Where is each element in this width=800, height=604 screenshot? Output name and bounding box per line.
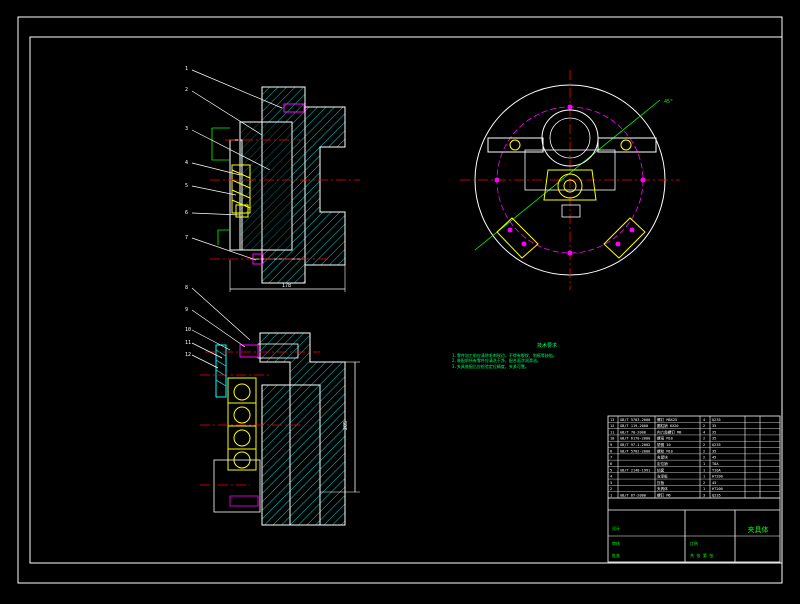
bom-cell-mat: 45 [712, 456, 716, 460]
bom-cell-qty: 1 [703, 462, 705, 466]
title-block-designer: 设计 [612, 525, 620, 531]
bom-cell-code: GB/T 67-2000 [620, 494, 646, 498]
title-block-title: 夹具体 [748, 525, 769, 534]
bom-cell-code: GB/T 119-2000 [620, 424, 648, 428]
dim-height-label: 205 [343, 421, 349, 430]
bom-cell-qty: 4 [703, 418, 705, 422]
bom-cell-name: 螺母 M10 [657, 436, 673, 441]
balloon-4: 4 [185, 160, 188, 166]
bom-cell-name: 螺栓 M10 [657, 448, 673, 453]
inner-frame [29, 36, 783, 564]
balloon-2: 2 [185, 87, 188, 93]
bom-cell-name: 垫圈 10 [657, 442, 671, 447]
bom-cell-name: 压板 [657, 480, 665, 485]
technical-notes: 技术要求 1.零件加工前应清除毛刺锐边，不得有裂纹、划痕等缺陷。 2.装配前所有… [452, 343, 642, 369]
lower-section-view [191, 287, 360, 526]
bom-cell-code: GB/T 6170-2000 [620, 437, 650, 441]
bom-cell-name: 螺钉 M8X25 [657, 417, 677, 422]
bom-cell-qty: 2 [703, 443, 705, 447]
bom-cell-no: 4 [610, 475, 612, 479]
bom-cell-no: 5 [610, 468, 612, 472]
bom-cell-name: 钻套 [657, 467, 665, 472]
dim-width-label: 178 [282, 283, 291, 289]
balloon-3: 3 [185, 126, 188, 132]
bom-cell-code: GB/T 97.1-2002 [620, 443, 650, 447]
title-block-checker: 审核 [612, 540, 620, 546]
bom-cell-name: 夹紧块 [657, 455, 668, 460]
plan-angle-label: 45° [664, 99, 673, 105]
bom-cell-qty: 4 [703, 430, 705, 434]
bom-cell-mat: 35 [712, 430, 716, 434]
bom-cell-mat: 35 [712, 424, 716, 428]
bom-cell-no: 11 [610, 430, 614, 434]
bom-cell-qty: 1 [703, 468, 705, 472]
bom-cell-qty: 1 [703, 487, 705, 491]
bom-cell-mat: Q235 [712, 418, 721, 422]
bom-cell-name: 内六角螺钉 M8 [657, 429, 681, 434]
balloon-7: 7 [185, 235, 188, 241]
cad-drawing-sheet: 1 2 3 4 5 6 7 178 8 9 10 11 12 205 45° 1… [0, 0, 800, 600]
bom-cell-mat: T10A [712, 468, 721, 472]
bom-cell-qty: 2 [703, 481, 705, 485]
plan-view [460, 70, 680, 290]
title-block: 夹具体 比例 共 张 第 张 设计 审核 批准 [612, 525, 769, 558]
bom-cell-qty: 2 [703, 424, 705, 428]
balloon-12: 12 [185, 352, 191, 358]
bom-cell-name: 支承板 [657, 474, 668, 479]
bom-cell-no: 8 [610, 449, 612, 453]
bom-cell-name: 夹具体 [657, 486, 668, 491]
bom-cell-mat: T8A [712, 462, 719, 466]
upper-section-view [191, 69, 360, 292]
bom-cell-no: 10 [610, 437, 614, 441]
bom-cell-qty: 2 [703, 437, 705, 441]
bom-cell-code: GB/T 5782-2000 [620, 449, 650, 453]
bom-cell-mat: Q235 [712, 443, 721, 447]
bom-cell-no: 13 [610, 418, 614, 422]
bom-cell-no: 7 [610, 456, 612, 460]
balloon-11: 11 [185, 340, 191, 346]
bom-cell-code: GB/T 5783-2000 [620, 418, 650, 422]
bom-rows: 13 GB/T 5783-2000 螺钉 M8X25 4 Q23512 GB/T 119-… [608, 417, 780, 499]
balloon-8: 8 [185, 285, 188, 291]
bom-cell-qty: 2 [703, 456, 705, 460]
bom-cell-code: GB/T 70-2000 [620, 430, 646, 434]
bom-cell-qty: 2 [703, 449, 705, 453]
bom-cell-no: 6 [610, 462, 612, 466]
bom-cell-no: 9 [610, 443, 612, 447]
bom-cell-mat: HT200 [712, 475, 723, 479]
bom-cell-no: 1 [610, 494, 612, 498]
title-block-sheet: 共 张 第 张 [690, 552, 713, 558]
bom-cell-name: 螺钉 M6 [657, 493, 671, 498]
bom-cell-mat: Q235 [712, 494, 721, 498]
bom-cell-no: 12 [610, 424, 614, 428]
notes-line-3: 3.夹具装配后应检验定位精度，夹紧可靠。 [452, 363, 529, 369]
balloon-10: 10 [185, 327, 191, 333]
bom-cell-qty: 1 [703, 475, 705, 479]
bom-cell-no: 2 [610, 487, 612, 491]
bom-cell-mat: HT200 [712, 487, 723, 491]
bom-cell-mat: 35 [712, 437, 716, 441]
title-block-scale: 比例 [690, 540, 698, 546]
bom-cell-mat: 35 [712, 449, 716, 453]
title-block-approver: 批准 [612, 552, 620, 558]
bom-cell-name: 定位销 [657, 461, 668, 466]
bom-cell-qty: 3 [703, 494, 705, 498]
bom-cell-code: GB/T 2148-1991 [620, 468, 650, 472]
bom-cell-no: 3 [610, 481, 612, 485]
balloon-5: 5 [185, 183, 188, 189]
drawing-canvas: 1 2 3 4 5 6 7 178 8 9 10 11 12 205 45° 1… [17, 16, 783, 584]
balloon-1: 1 [185, 66, 188, 72]
bom-cell-name: 圆柱销 6X20 [657, 423, 679, 428]
balloon-6: 6 [185, 210, 188, 216]
balloon-9: 9 [185, 307, 188, 313]
bom-cell-mat: 45 [712, 481, 716, 485]
notes-title: 技术要求 [536, 343, 557, 349]
